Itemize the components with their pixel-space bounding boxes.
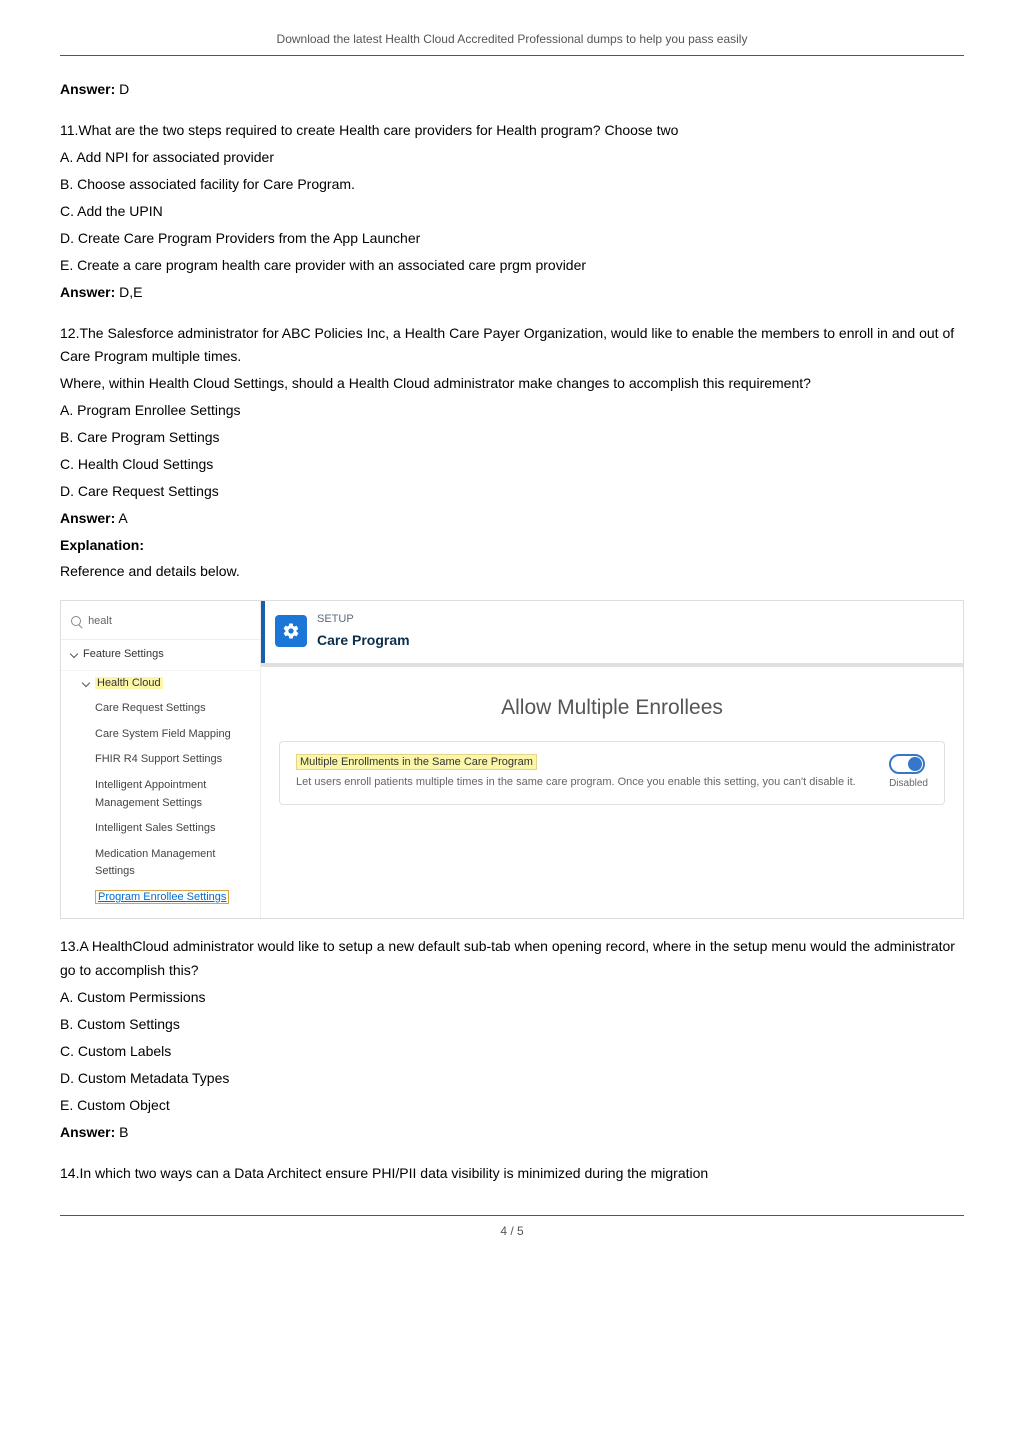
q12-opt-d: D. Care Request Settings [60, 480, 964, 503]
setup-sidebar: healt Feature Settings Health Cloud Care… [61, 601, 261, 918]
q13-opt-e: E. Custom Object [60, 1094, 964, 1117]
feature-settings-header[interactable]: Feature Settings [61, 639, 260, 671]
q13-block: 13.A HealthCloud administrator would lik… [60, 935, 964, 1143]
sidebar-item-program-enrollee[interactable]: Program Enrollee Settings [61, 885, 260, 911]
page-header: Download the latest Health Cloud Accredi… [60, 30, 964, 56]
sidebar-item-intelligent-appointment[interactable]: Intelligent Appointment Management Setti… [61, 773, 260, 816]
answer-label: Answer: [60, 284, 115, 300]
setup-main-area: SETUP Care Program Allow Multiple Enroll… [261, 601, 963, 918]
answer-value: D,E [119, 284, 142, 300]
sidebar-item-care-request[interactable]: Care Request Settings [61, 696, 260, 722]
answer-value: A [118, 510, 127, 526]
enrollment-description: Let users enroll patients multiple times… [296, 774, 873, 792]
q11-opt-d: D. Create Care Program Providers from th… [60, 227, 964, 250]
chevron-down-icon [70, 650, 78, 658]
answer-label: Answer: [60, 510, 115, 526]
health-cloud-header[interactable]: Health Cloud [61, 671, 260, 697]
setup-label: SETUP [317, 611, 410, 629]
feature-settings-label: Feature Settings [83, 648, 164, 660]
enrollment-setting-card: Multiple Enrollments in the Same Care Pr… [279, 741, 945, 805]
sidebar-item-medication-management[interactable]: Medication Management Settings [61, 842, 260, 885]
q11-opt-e: E. Create a care program health care pro… [60, 254, 964, 277]
q13-opt-a: A. Custom Permissions [60, 986, 964, 1009]
setup-screenshot: healt Feature Settings Health Cloud Care… [60, 600, 964, 919]
q14-prompt: 14.In which two ways can a Data Architec… [60, 1162, 964, 1185]
search-icon [71, 616, 81, 626]
allow-multiple-heading: Allow Multiple Enrollees [261, 667, 963, 741]
q12-prompt-1: 12.The Salesforce administrator for ABC … [60, 322, 964, 368]
q11-opt-a: A. Add NPI for associated provider [60, 146, 964, 169]
q11-opt-c: C. Add the UPIN [60, 200, 964, 223]
sidebar-item-care-system-field[interactable]: Care System Field Mapping [61, 722, 260, 748]
answer-value: D [119, 81, 129, 97]
search-input-text: healt [88, 615, 112, 627]
page-footer: 4 / 5 [60, 1215, 964, 1241]
answer-value: B [119, 1124, 128, 1140]
health-cloud-label: Health Cloud [95, 677, 163, 689]
explanation-label: Explanation: [60, 534, 964, 556]
sidebar-active-link[interactable]: Program Enrollee Settings [95, 890, 229, 904]
sidebar-item-intelligent-sales[interactable]: Intelligent Sales Settings [61, 816, 260, 842]
q11-block: 11.What are the two steps required to cr… [60, 119, 964, 304]
q12-opt-a: A. Program Enrollee Settings [60, 399, 964, 422]
sidebar-item-fhir-r4[interactable]: FHIR R4 Support Settings [61, 747, 260, 773]
q13-opt-b: B. Custom Settings [60, 1013, 964, 1036]
explanation-text: Reference and details below. [60, 560, 964, 582]
enrollment-toggle[interactable] [889, 754, 925, 774]
q11-opt-b: B. Choose associated facility for Care P… [60, 173, 964, 196]
q14-block: 14.In which two ways can a Data Architec… [60, 1162, 964, 1185]
q13-opt-c: C. Custom Labels [60, 1040, 964, 1063]
enrollment-title-highlight: Multiple Enrollments in the Same Care Pr… [296, 754, 537, 770]
answer-label: Answer: [60, 1124, 115, 1140]
toggle-state-label: Disabled [889, 776, 928, 792]
q13-opt-d: D. Custom Metadata Types [60, 1067, 964, 1090]
q12-opt-c: C. Health Cloud Settings [60, 453, 964, 476]
care-program-title: Care Program [317, 629, 410, 651]
q11-prompt: 11.What are the two steps required to cr… [60, 119, 964, 142]
q10-answer-block: Answer: D [60, 78, 964, 100]
quick-find-row[interactable]: healt [61, 609, 260, 639]
q12-prompt-2: Where, within Health Cloud Settings, sho… [60, 372, 964, 395]
q12-block: 12.The Salesforce administrator for ABC … [60, 322, 964, 583]
page-header-bar: SETUP Care Program [261, 601, 963, 667]
gear-icon [275, 615, 307, 647]
q13-prompt: 13.A HealthCloud administrator would lik… [60, 935, 964, 981]
chevron-down-icon [82, 678, 90, 686]
answer-label: Answer: [60, 81, 115, 97]
q12-opt-b: B. Care Program Settings [60, 426, 964, 449]
